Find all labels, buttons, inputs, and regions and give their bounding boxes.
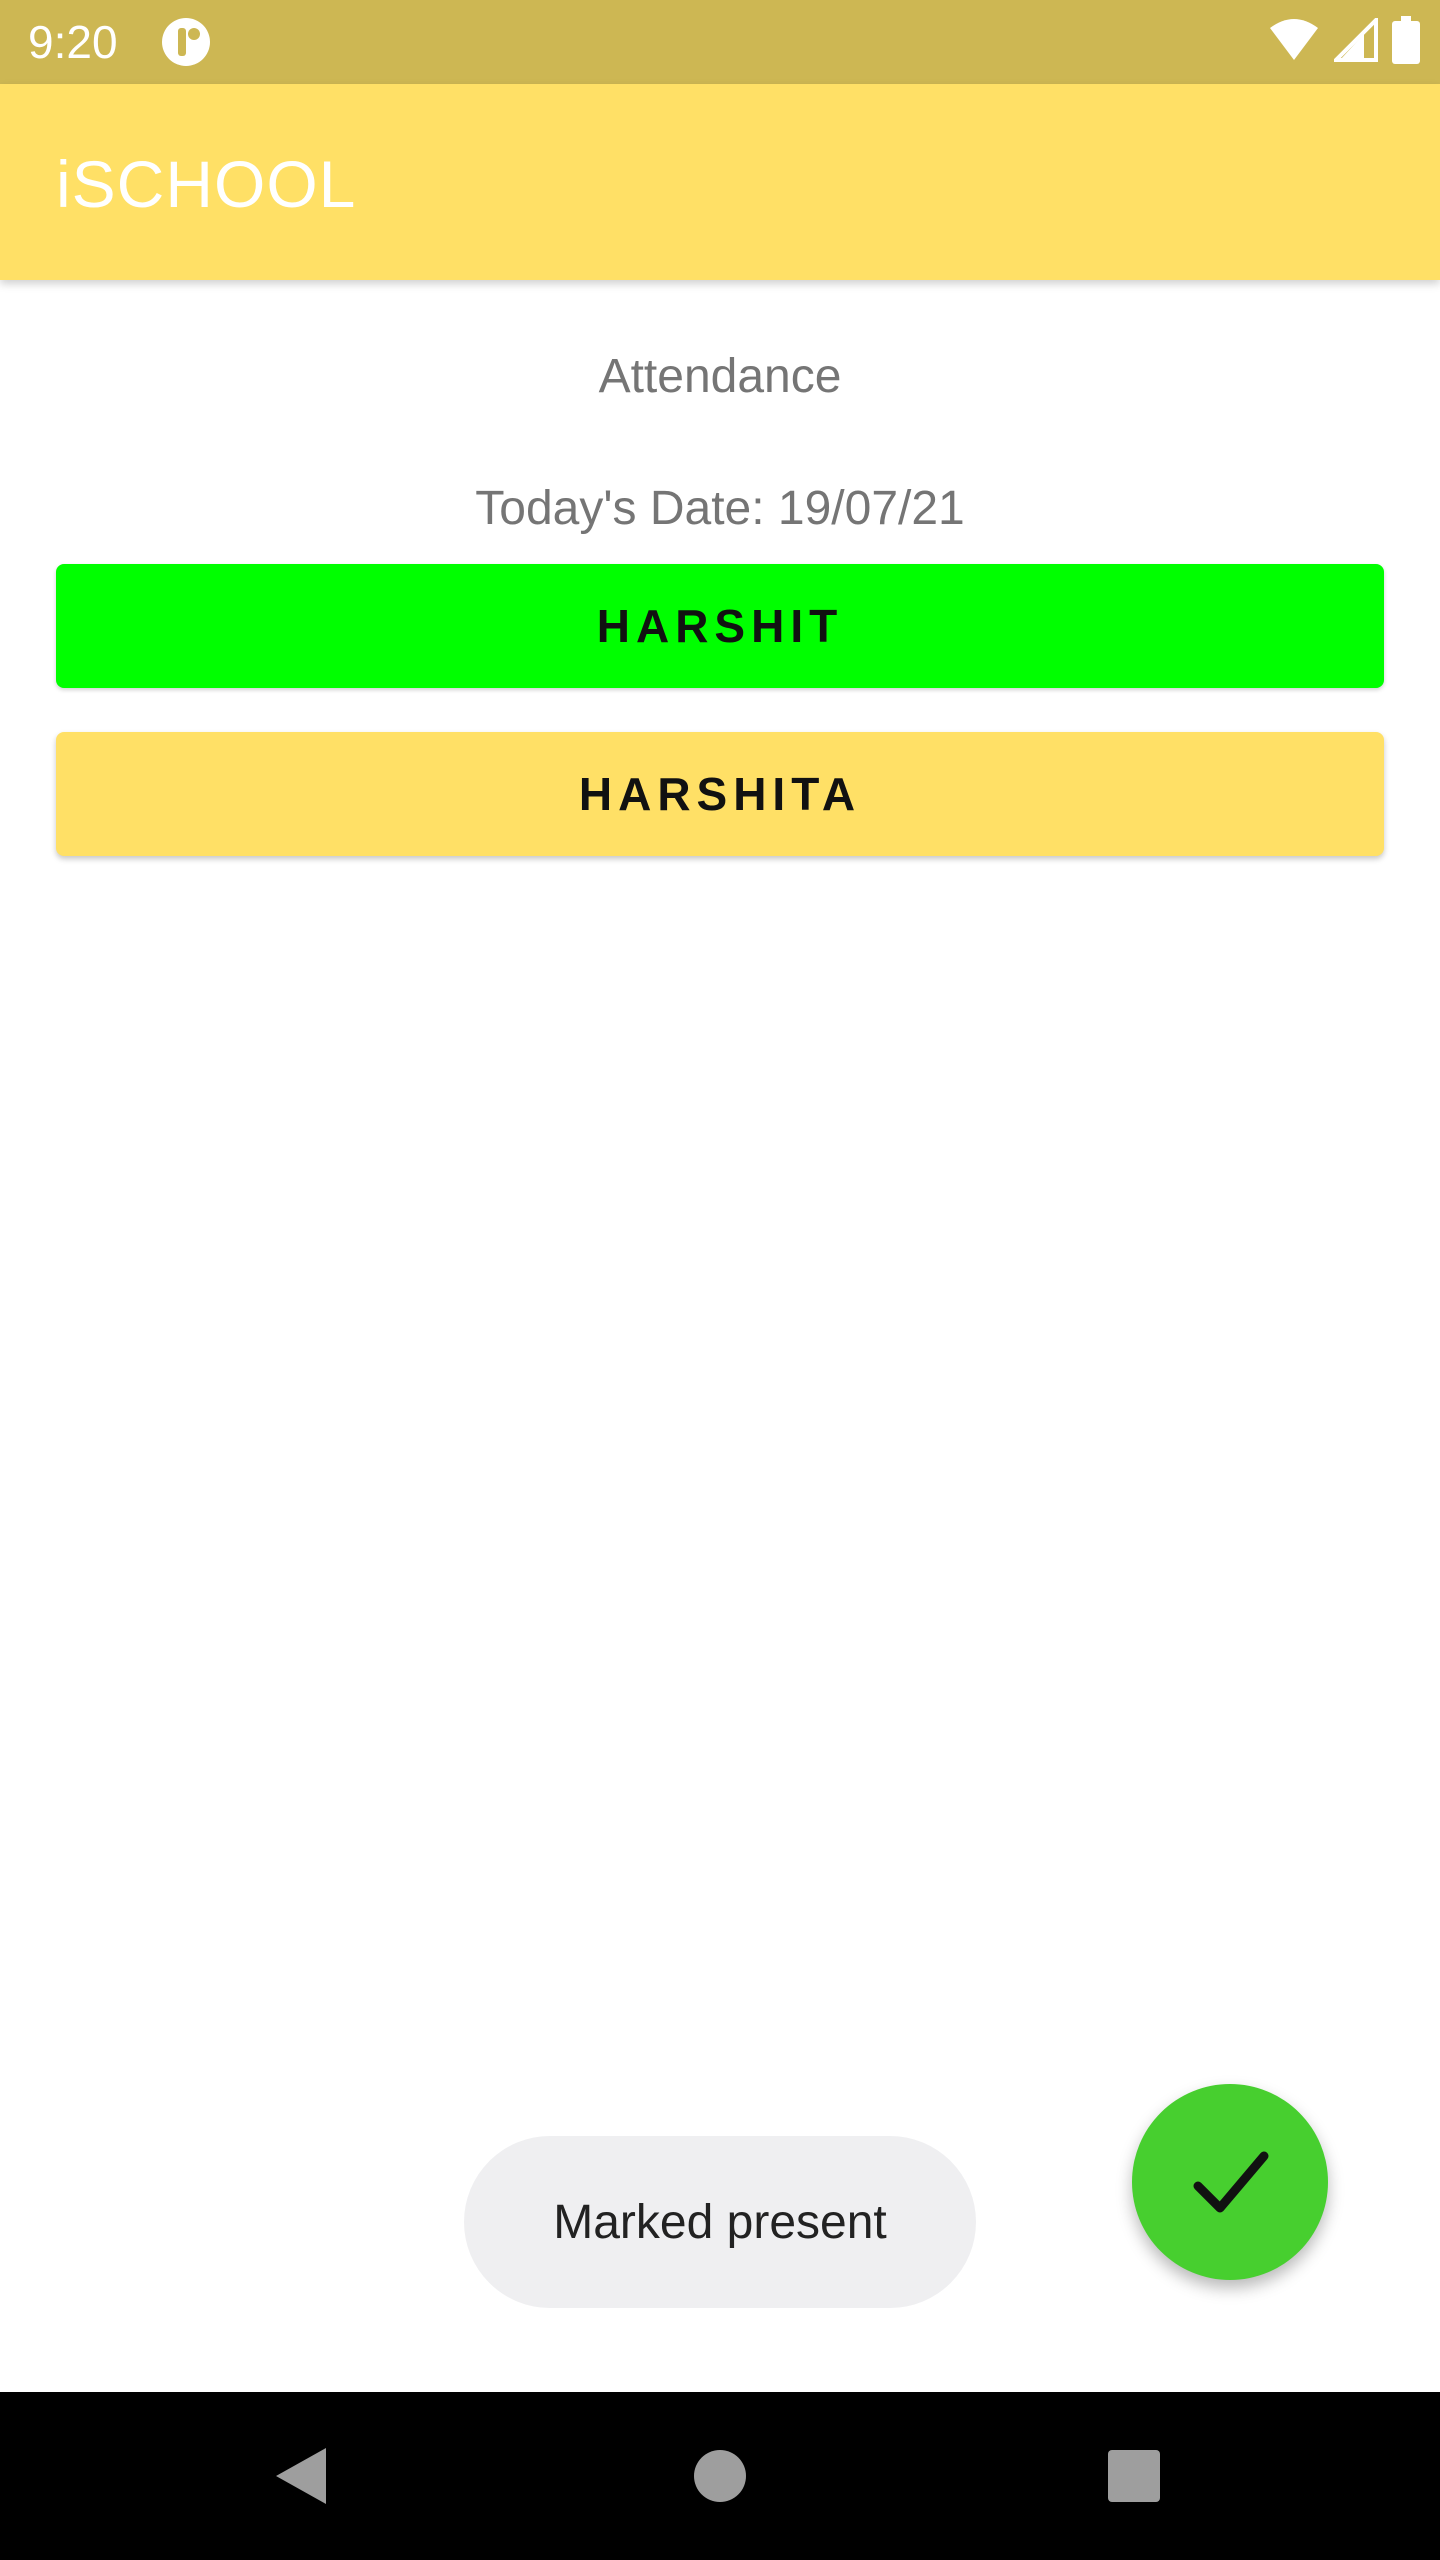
home-icon[interactable] <box>694 2450 746 2502</box>
toast-message: Marked present <box>553 2195 887 2249</box>
page-heading: Attendance <box>598 350 842 403</box>
back-icon[interactable] <box>270 2444 330 2508</box>
check-icon <box>1193 2151 1269 2213</box>
wifi-icon <box>1268 18 1320 67</box>
app-title: iSCHOOL <box>56 147 357 221</box>
toast: Marked present <box>464 2136 976 2308</box>
date-line: Today's Date: 19/07/21 <box>475 482 965 535</box>
status-icons <box>1268 14 1420 69</box>
recents-icon[interactable] <box>1108 2450 1160 2502</box>
student-button-harshita[interactable]: HARSHITA <box>56 732 1384 856</box>
app-bar: iSCHOOL <box>0 84 1440 280</box>
student-button-harshit[interactable]: HARSHIT <box>56 564 1384 688</box>
status-bar: 9:20 <box>0 0 1440 84</box>
navigation-bar <box>0 2392 1440 2560</box>
status-time: 9:20 <box>28 16 118 68</box>
cellular-signal-icon <box>1331 14 1378 67</box>
submit-attendance-fab[interactable] <box>1132 2084 1328 2280</box>
app-notification-icon <box>160 16 212 68</box>
battery-icon <box>1392 15 1420 69</box>
